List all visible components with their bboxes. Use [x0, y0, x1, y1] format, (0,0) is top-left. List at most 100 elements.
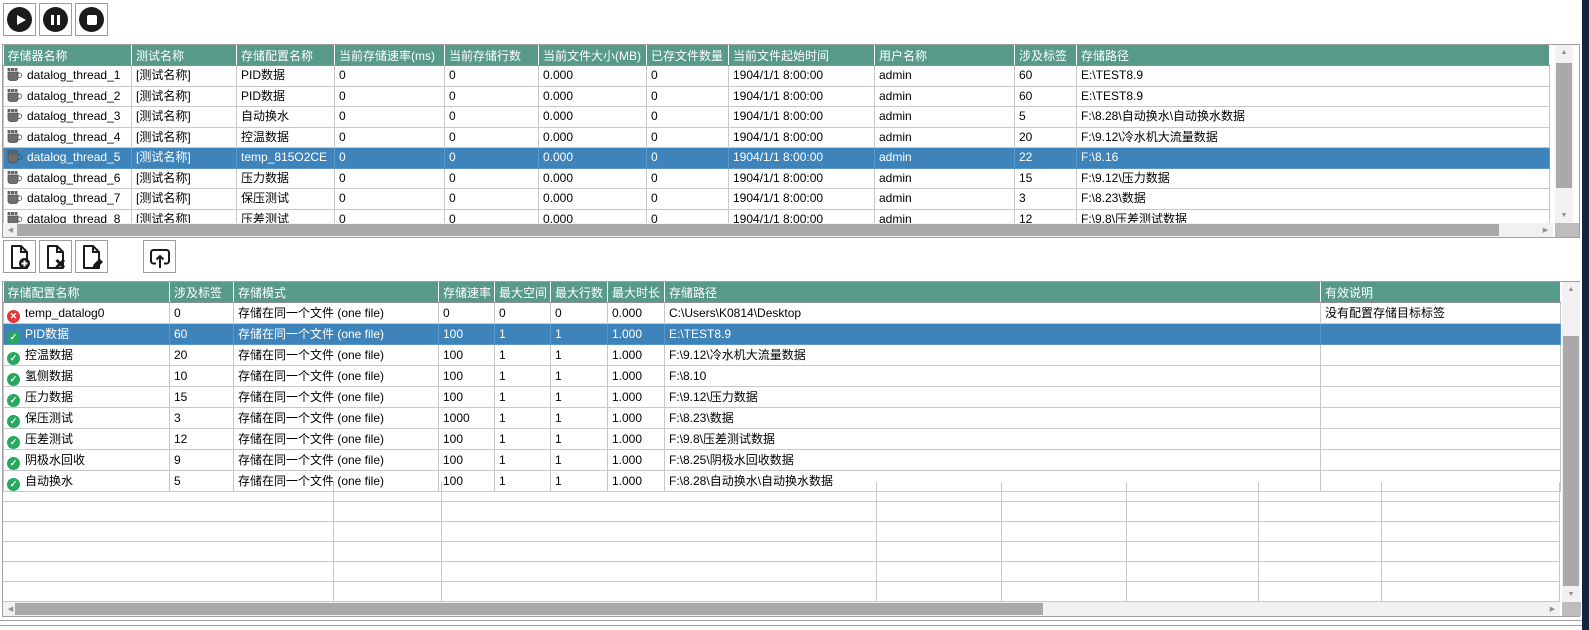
cell-current-rows: 0 [445, 168, 539, 189]
scroll-down-arrow[interactable]: ▼ [1562, 587, 1580, 602]
scrollbar-thumb[interactable] [1563, 336, 1579, 586]
scroll-up-arrow[interactable]: ▲ [1555, 45, 1573, 60]
edit-config-doc-pencil-icon [79, 244, 105, 270]
scrollbar-thumb[interactable] [15, 603, 1043, 615]
bottom-table-vertical-scrollbar[interactable]: ▲ ▼ [1562, 282, 1580, 602]
cell-max-space: 1 [495, 345, 551, 366]
config-row[interactable]: ✓压差测试 12 存储在同一个文件 (one file) 100 1 1 1.0… [4, 429, 1561, 450]
scroll-up-arrow[interactable]: ▲ [1562, 282, 1580, 297]
start-logging-button[interactable] [3, 3, 36, 36]
thread-row[interactable]: datalog_thread_5 [测试名称] temp_815O2CE 0 0… [4, 148, 1550, 169]
config-row[interactable]: ✓压力数据 15 存储在同一个文件 (one file) 100 1 1 1.0… [4, 387, 1561, 408]
thread-row[interactable]: datalog_thread_3 [测试名称] 自动换水 0 0 0.000 0… [4, 107, 1550, 128]
column-header[interactable]: 已存文件数量 [647, 45, 729, 66]
cell-config-name: ✕temp_datalog0 [4, 303, 170, 324]
thread-row[interactable]: datalog_thread_6 [测试名称] 压力数据 0 0 0.000 0… [4, 168, 1550, 189]
cell-max-space: 0 [495, 303, 551, 324]
cell-file-size: 0.000 [539, 189, 647, 210]
config-row[interactable]: ✕temp_datalog0 0 存储在同一个文件 (one file) 0 0… [4, 303, 1561, 324]
cell-file-size: 0.000 [539, 127, 647, 148]
column-header[interactable]: 当前存储行数 [445, 45, 539, 66]
cell-storage-rate: 100 [439, 450, 495, 471]
cell-storage-path: F:\9.12\压力数据 [1077, 168, 1550, 189]
column-header[interactable]: 当前存储速率(ms) [335, 45, 445, 66]
column-header[interactable]: 存储路径 [1077, 45, 1550, 66]
cell-storage-rate: 0 [439, 303, 495, 324]
cell-tag-count: 9 [170, 450, 234, 471]
top-table-vertical-scrollbar[interactable]: ▲ ▼ [1555, 45, 1573, 223]
column-header[interactable]: 最大时长 [608, 282, 665, 303]
scroll-down-arrow[interactable]: ▼ [1555, 208, 1573, 223]
cell-storage-path: F:\8.28\自动换水\自动换水数据 [1077, 107, 1550, 128]
column-header[interactable]: 最大行数 [551, 282, 608, 303]
column-header[interactable]: 涉及标签 [1015, 45, 1077, 66]
cell-user-name: admin [875, 107, 1015, 128]
bottom-table-horizontal-scrollbar[interactable]: ◀ ▶ [3, 602, 1560, 616]
scroll-left-arrow[interactable]: ◀ [3, 223, 18, 237]
cell-config-name: ✓压力数据 [4, 387, 170, 408]
cell-max-duration: 0.000 [608, 303, 665, 324]
scroll-right-arrow[interactable]: ▶ [1538, 223, 1553, 237]
cell-max-duration: 1.000 [608, 408, 665, 429]
config-row[interactable]: ✓PID数据 60 存储在同一个文件 (one file) 100 1 1 1.… [4, 324, 1561, 345]
column-header[interactable]: 存储速率 [439, 282, 495, 303]
cell-saved-files: 0 [647, 127, 729, 148]
cell-current-rows: 0 [445, 107, 539, 128]
delete-config-button[interactable] [39, 240, 72, 273]
config-status-icon: ✕ [7, 310, 20, 323]
column-header[interactable]: 当前文件大小(MB) [539, 45, 647, 66]
config-row[interactable]: ✓氢侧数据 10 存储在同一个文件 (one file) 100 1 1 1.0… [4, 366, 1561, 387]
config-status-icon: ✓ [7, 394, 20, 407]
cell-thread-name: datalog_thread_2 [4, 86, 132, 107]
column-header[interactable]: 最大空间 [495, 282, 551, 303]
cell-max-space: 1 [495, 408, 551, 429]
cell-validity-note [1321, 450, 1561, 471]
cell-storage-rate: 100 [439, 324, 495, 345]
config-status-icon: ✓ [7, 352, 20, 365]
cell-storage-rate: 100 [439, 429, 495, 450]
cell-thread-name: datalog_thread_5 [4, 148, 132, 169]
scrollbar-thumb[interactable] [17, 224, 1499, 236]
storage-configs-table: 存储配置名称涉及标签存储模式存储速率最大空间最大行数最大时长存储路径有效说明 ✕… [3, 282, 1561, 492]
cell-validity-note [1321, 408, 1561, 429]
config-row[interactable]: ✓保压测试 3 存储在同一个文件 (one file) 1000 1 1 1.0… [4, 408, 1561, 429]
cell-file-start-time: 1904/1/1 8:00:00 [729, 148, 875, 169]
column-header[interactable]: 用户名称 [875, 45, 1015, 66]
top-table-horizontal-scrollbar[interactable]: ◀ ▶ [3, 223, 1553, 237]
column-header[interactable]: 存储器名称 [4, 45, 132, 66]
column-header[interactable]: 存储模式 [234, 282, 439, 303]
cell-tag-count: 5 [1015, 107, 1077, 128]
cell-tag-count: 0 [170, 303, 234, 324]
scroll-right-arrow[interactable]: ▶ [1545, 602, 1560, 616]
column-header[interactable]: 存储配置名称 [4, 282, 170, 303]
thread-row[interactable]: datalog_thread_7 [测试名称] 保压测试 0 0 0.000 0… [4, 189, 1550, 210]
cell-current-rate: 0 [335, 189, 445, 210]
datalog-threads-table: 存储器名称测试名称存储配置名称当前存储速率(ms)当前存储行数当前文件大小(MB… [3, 45, 1550, 230]
config-row[interactable]: ✓阴极水回收 9 存储在同一个文件 (one file) 100 1 1 1.0… [4, 450, 1561, 471]
scrollbar-corner [1562, 602, 1581, 616]
scrollbar-thumb[interactable] [1556, 63, 1572, 188]
cell-current-rate: 0 [335, 127, 445, 148]
edit-config-button[interactable] [75, 240, 108, 273]
cell-storage-path: F:\9.8\压差测试数据 [665, 429, 1321, 450]
column-header[interactable]: 当前文件起始时间 [729, 45, 875, 66]
cell-storage-mode: 存储在同一个文件 (one file) [234, 408, 439, 429]
thread-row[interactable]: datalog_thread_2 [测试名称] PID数据 0 0 0.000 … [4, 86, 1550, 107]
column-header[interactable]: 存储路径 [665, 282, 1321, 303]
cell-storage-mode: 存储在同一个文件 (one file) [234, 366, 439, 387]
cell-current-rows: 0 [445, 127, 539, 148]
column-header[interactable]: 涉及标签 [170, 282, 234, 303]
new-config-button[interactable] [3, 240, 36, 273]
thread-row[interactable]: datalog_thread_1 [测试名称] PID数据 0 0 0.000 … [4, 66, 1550, 87]
cell-test-name: [测试名称] [132, 107, 237, 128]
config-status-icon: ✓ [7, 436, 20, 449]
stop-logging-button[interactable] [75, 3, 108, 36]
column-header[interactable]: 有效说明 [1321, 282, 1561, 303]
thread-row[interactable]: datalog_thread_4 [测试名称] 控温数据 0 0 0.000 0… [4, 127, 1550, 148]
config-row[interactable]: ✓控温数据 20 存储在同一个文件 (one file) 100 1 1 1.0… [4, 345, 1561, 366]
pause-logging-button[interactable] [39, 3, 72, 36]
config-status-icon: ✓ [7, 331, 20, 344]
column-header[interactable]: 测试名称 [132, 45, 237, 66]
apply-config-button[interactable] [143, 240, 176, 273]
column-header[interactable]: 存储配置名称 [237, 45, 335, 66]
